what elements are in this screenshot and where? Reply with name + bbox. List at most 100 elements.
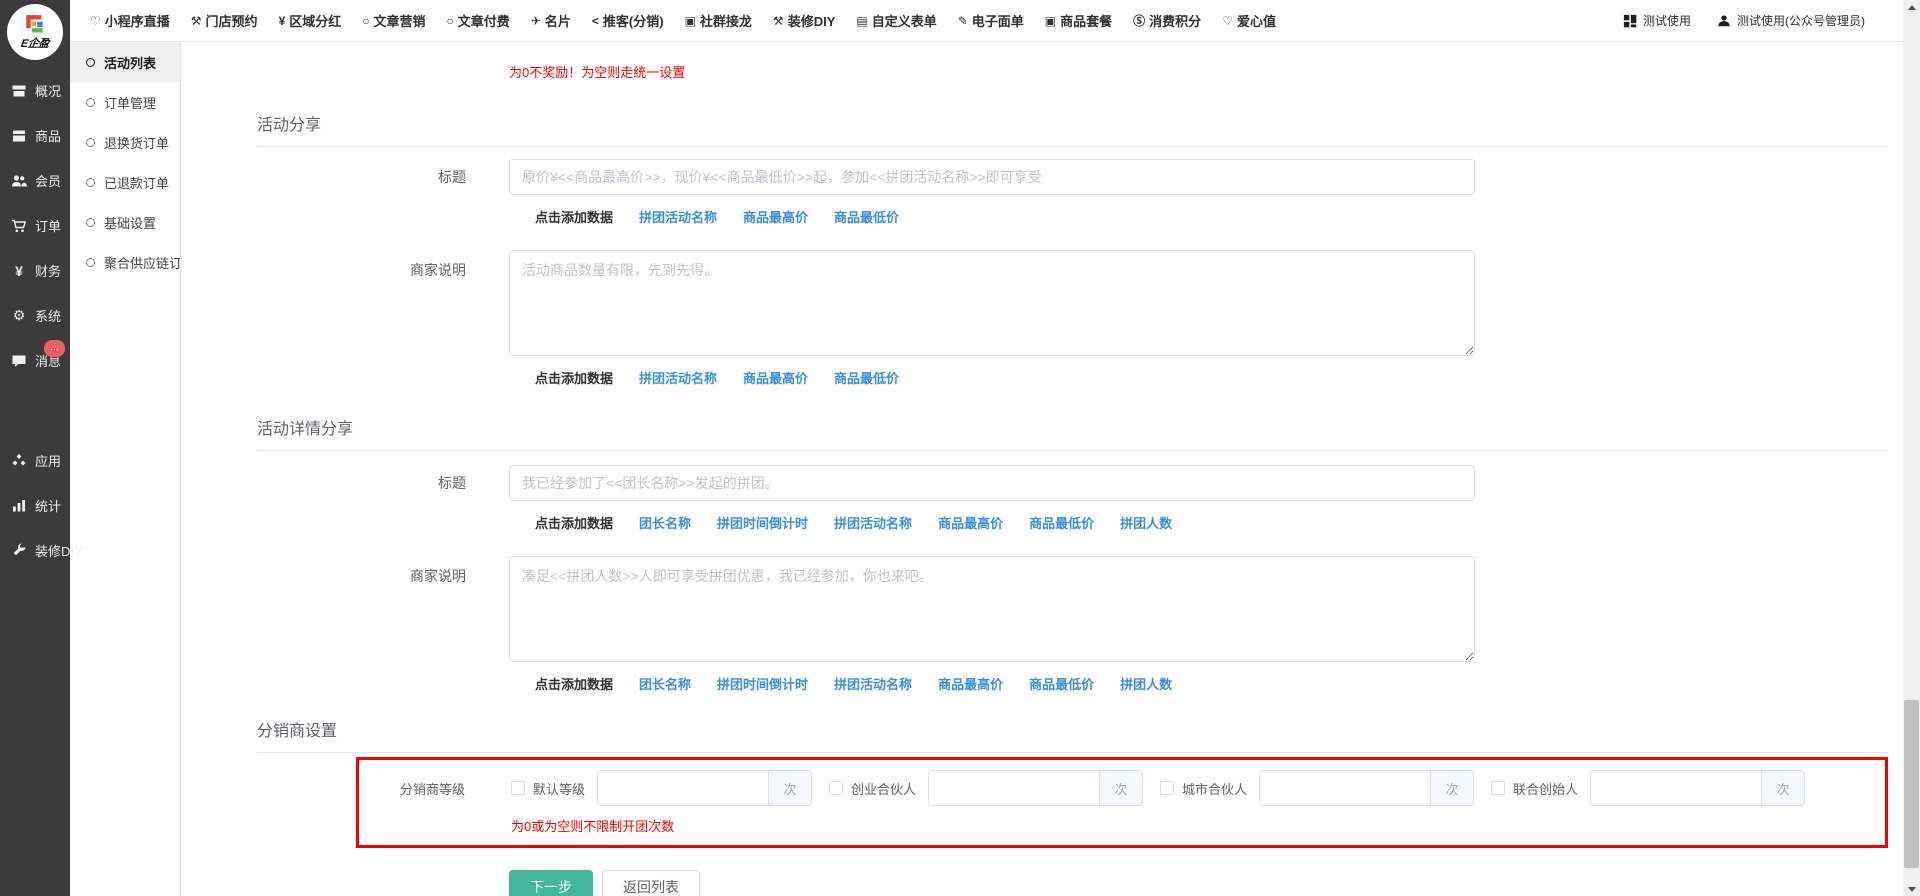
insert-link-max-price[interactable]: 商品最高价	[938, 674, 1003, 693]
brand-logo[interactable]: E企盈	[7, 4, 63, 60]
gear-icon: ⚙	[10, 308, 28, 324]
sidebar-item-system[interactable]: ⚙ 系统	[0, 293, 70, 338]
default-level-times-input[interactable]	[598, 771, 768, 805]
title-field-label: 标题	[257, 167, 466, 187]
topbar: ♡小程序直播 ⚒门店预约 ¥区域分红 ○文章营销 ○文章付费 ✈名片 <推客(分…	[70, 0, 1903, 42]
insert-link-min-price[interactable]: 商品最低价	[1029, 513, 1094, 532]
sidebar-item-orders[interactable]: 订单	[0, 203, 70, 248]
image-icon: ▣	[1045, 14, 1056, 28]
submenu-item-activity-list[interactable]: 活动列表	[70, 42, 180, 82]
insert-link-max-price[interactable]: 商品最高价	[743, 207, 808, 226]
submenu-item-order-management[interactable]: 订单管理	[70, 82, 180, 122]
sidebar-item-apps[interactable]: 应用	[0, 438, 70, 483]
sidebar-item-label: 系统	[35, 306, 61, 325]
sidebar-item-finance[interactable]: ¥ 财务	[0, 248, 70, 293]
detail-title-input[interactable]	[509, 465, 1475, 501]
sidebar-item-messages[interactable]: 消息 …	[0, 338, 70, 383]
cofounder-times-input[interactable]	[1591, 771, 1761, 805]
circle-icon: ○	[447, 14, 454, 28]
sidebar-item-label: 应用	[35, 451, 61, 470]
submenu-item-basic-settings[interactable]: 基础设置	[70, 202, 180, 242]
default-level-checkbox[interactable]	[511, 781, 525, 795]
sidebar-item-label: 会员	[35, 171, 61, 190]
share-desc-textarea[interactable]	[509, 250, 1475, 356]
insert-link-leader-name[interactable]: 团长名称	[639, 674, 691, 693]
insert-link-activity-name[interactable]: 拼团活动名称	[639, 207, 717, 226]
radio-dot-icon	[86, 58, 95, 67]
insert-link-min-price[interactable]: 商品最低价	[834, 207, 899, 226]
sidebar-item-goods[interactable]: 商品	[0, 113, 70, 158]
page: E企盈 概况 商品 会员 订单 ¥ 财务 ⚙ 系统 消息 …	[0, 0, 1920, 896]
insert-link-max-price[interactable]: 商品最高价	[938, 513, 1003, 532]
level-label: 创业合伙人	[851, 779, 916, 798]
share-title-input[interactable]	[509, 159, 1475, 195]
insert-link-max-price[interactable]: 商品最高价	[743, 368, 808, 387]
insert-link-countdown[interactable]: 拼团时间倒计时	[717, 513, 808, 532]
topnav-item-article-pay[interactable]: ○文章付费	[447, 11, 510, 30]
desc-field-label: 商家说明	[257, 556, 466, 662]
topnav-item-store-booking[interactable]: ⚒门店预约	[191, 11, 258, 30]
sidebar-item-members[interactable]: 会员	[0, 158, 70, 203]
next-step-button[interactable]: 下一步	[509, 870, 593, 896]
insert-link-group-size[interactable]: 拼团人数	[1120, 674, 1172, 693]
topnav-item-distribution[interactable]: <推客(分销)	[592, 11, 664, 30]
submenu-item-refunded-orders[interactable]: 已退款订单	[70, 162, 180, 202]
submenu-item-return-orders[interactable]: 退换货订单	[70, 122, 180, 162]
insert-link-min-price[interactable]: 商品最低价	[834, 368, 899, 387]
wrench-icon	[10, 543, 28, 559]
cofounder-checkbox[interactable]	[1491, 781, 1505, 795]
city-partner-times-input[interactable]	[1260, 771, 1430, 805]
unit-label: 次	[1430, 771, 1473, 805]
insert-link-activity-name[interactable]: 拼团活动名称	[834, 674, 912, 693]
topnav-item-love-value[interactable]: ♡爱心值	[1222, 11, 1276, 30]
submenu-item-supply-chain-orders[interactable]: 聚合供应链订单管理	[70, 242, 180, 282]
topnav-item-article-marketing[interactable]: ○文章营销	[362, 11, 425, 30]
scrollbar-up-arrow[interactable]	[1903, 0, 1920, 14]
insert-link-activity-name[interactable]: 拼团活动名称	[834, 513, 912, 532]
level-group-default: 默认等级 次	[511, 770, 812, 806]
sidebar-item-label: 商品	[35, 126, 61, 145]
topnav-item-custom-form[interactable]: ▤自定义表单	[856, 11, 936, 30]
topnav-item-business-card[interactable]: ✈名片	[531, 11, 571, 30]
topnav-item-region-bonus[interactable]: ¥区域分红	[279, 11, 342, 30]
wrench-icon: ⚒	[773, 14, 784, 28]
insert-link-min-price[interactable]: 商品最低价	[1029, 674, 1094, 693]
brand-logo-icon	[22, 14, 48, 38]
scrollbar-thumb[interactable]	[1904, 700, 1919, 868]
startup-partner-times-input[interactable]	[929, 771, 1099, 805]
account-area: 测试使用 测试使用(公众号管理员)	[1623, 12, 1893, 29]
topnav-item-diy[interactable]: ⚒装修DIY	[773, 11, 835, 30]
brand-name: E企盈	[20, 35, 50, 51]
startup-partner-checkbox[interactable]	[829, 781, 843, 795]
heart-icon: ♡	[90, 14, 101, 28]
level-label: 默认等级	[533, 779, 585, 798]
detail-desc-textarea[interactable]	[509, 556, 1475, 662]
sidebar-item-overview[interactable]: 概况	[0, 68, 70, 113]
topnav-item-live[interactable]: ♡小程序直播	[90, 11, 170, 30]
city-partner-checkbox[interactable]	[1160, 781, 1174, 795]
sidebar-item-stats[interactable]: 统计	[0, 483, 70, 528]
insert-link-leader-name[interactable]: 团长名称	[639, 513, 691, 532]
topnav-item-e-waybill[interactable]: ✎电子面单	[958, 11, 1024, 30]
sidebar-item-diy[interactable]: 装修DIY	[0, 528, 70, 573]
primary-sidebar: E企盈 概况 商品 会员 订单 ¥ 财务 ⚙ 系统 消息 …	[0, 0, 70, 896]
form-actions: 下一步 返回列表	[509, 870, 1888, 896]
goods-icon	[10, 128, 28, 144]
workspace-switcher[interactable]: 测试使用	[1623, 12, 1691, 29]
topnav-item-product-package[interactable]: ▣商品套餐	[1045, 11, 1112, 30]
unit-label: 次	[1761, 771, 1804, 805]
insert-link-countdown[interactable]: 拼团时间倒计时	[717, 674, 808, 693]
user-menu[interactable]: 测试使用(公众号管理员)	[1717, 12, 1865, 29]
sidebar-item-label: 概况	[35, 81, 61, 100]
unit-label: 次	[1099, 771, 1142, 805]
radio-dot-icon	[86, 98, 95, 107]
topnav-item-group-chain[interactable]: ▣社群接龙	[685, 11, 752, 30]
level-group-city-partner: 城市合伙人 次	[1160, 770, 1474, 806]
insert-link-group-size[interactable]: 拼团人数	[1120, 513, 1172, 532]
scrollbar-down-arrow[interactable]	[1903, 882, 1920, 896]
insert-link-activity-name[interactable]: 拼团活动名称	[639, 368, 717, 387]
topnav-item-points[interactable]: Ⓢ消费积分	[1133, 11, 1201, 30]
title-field-label: 标题	[257, 473, 466, 493]
heart-icon: ♡	[1222, 14, 1233, 28]
back-to-list-button[interactable]: 返回列表	[602, 870, 700, 896]
